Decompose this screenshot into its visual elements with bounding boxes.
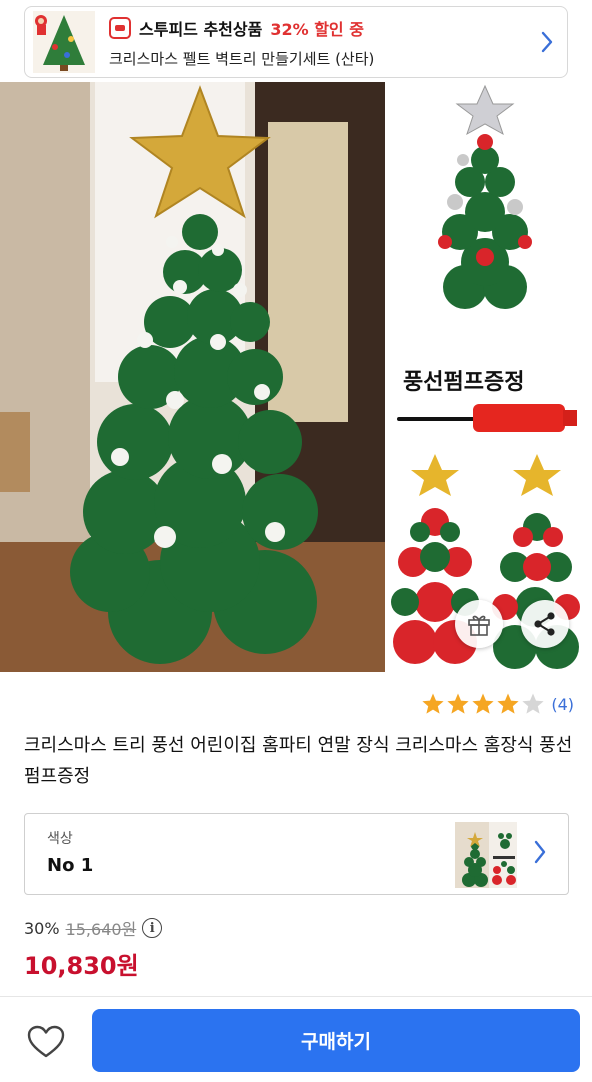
product-detail-image: 풍선펌프증정	[385, 82, 592, 672]
product-main-image	[0, 82, 385, 672]
star-rating	[421, 692, 545, 716]
option-label: 색상	[47, 831, 73, 847]
product-rating[interactable]: (4)	[421, 692, 574, 716]
info-icon[interactable]: i	[142, 918, 163, 938]
promo-thumbnail	[33, 11, 95, 73]
star-icon	[447, 693, 469, 714]
bottom-bar-divider	[0, 996, 592, 997]
option-selector[interactable]: 색상 No 1	[24, 813, 569, 895]
promo-product-name: 크리스마스 펠트 벽트리 만들기세트 (산타)	[109, 49, 375, 68]
gift-button[interactable]	[455, 600, 503, 648]
wishlist-button[interactable]	[24, 1020, 68, 1064]
brand-logo-icon	[109, 16, 131, 39]
promo-discount: 32% 할인 중	[270, 19, 364, 39]
star-icon	[472, 693, 494, 714]
sale-price: 10,830원	[24, 952, 139, 980]
original-price: 15,640원	[65, 920, 137, 939]
discount-rate: 30%	[24, 918, 60, 938]
star-icon	[522, 693, 544, 714]
option-thumbnail	[455, 822, 517, 888]
star-icon	[422, 693, 444, 714]
chevron-right-icon	[533, 840, 547, 868]
product-title: 크리스마스 트리 풍선 어린이집 홈파티 연말 장식 크리스마스 홈장식 풍선펌…	[24, 735, 573, 787]
price-row: 30% 15,640원 i	[24, 916, 163, 940]
heart-icon	[27, 1025, 65, 1058]
chevron-right-icon	[527, 31, 567, 53]
promo-brand: 스투피드 추천상품	[139, 19, 263, 39]
gift-icon	[468, 615, 490, 636]
pump-gift-label: 풍선펌프증정	[403, 370, 525, 395]
buy-button[interactable]: 구매하기	[92, 1009, 580, 1072]
star-icon	[497, 693, 519, 714]
review-count[interactable]: (4)	[551, 695, 574, 714]
share-icon	[534, 612, 555, 636]
share-button[interactable]	[521, 600, 569, 648]
option-value: No 1	[47, 855, 94, 876]
product-image-gallery[interactable]: 풍선펌프증정	[0, 82, 592, 672]
promo-banner[interactable]: 스투피드 추천상품 32% 할인 중 크리스마스 펠트 벽트리 만들기세트 (산…	[24, 6, 568, 78]
